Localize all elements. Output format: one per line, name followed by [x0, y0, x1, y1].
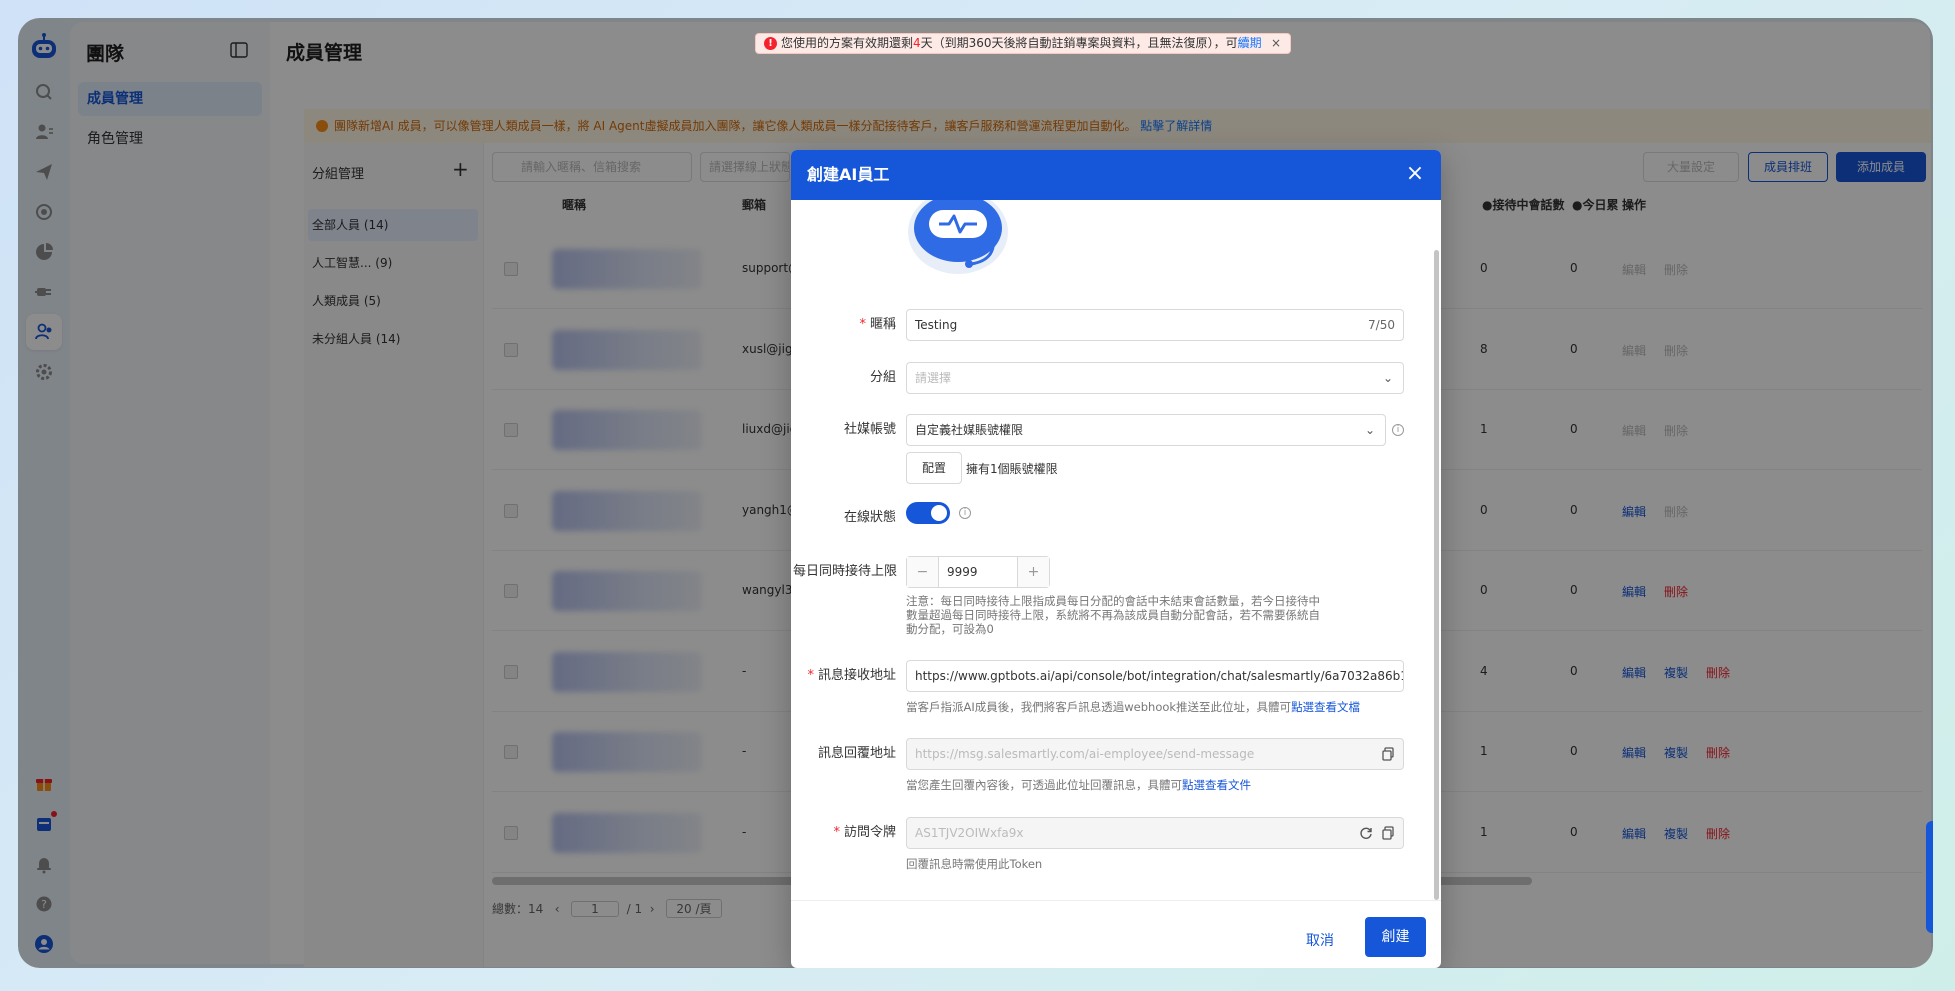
cancel-button[interactable]: 取消: [1306, 930, 1334, 950]
online-status-toggle[interactable]: [906, 502, 950, 524]
close-notice-icon[interactable]: ×: [1271, 34, 1281, 53]
group-label: 分組: [869, 370, 896, 385]
daily-limit-value[interactable]: 9999: [947, 557, 978, 587]
account-permission-note: 擁有1個賬號權限: [966, 462, 1058, 476]
access-token-input[interactable]: AS1TJV2OIWxfa9x: [906, 817, 1404, 849]
webhook-url-input[interactable]: https://www.gptbots.ai/api/console/bot/i…: [906, 660, 1404, 692]
token-hint: 回覆訊息時需使用此Token: [906, 857, 1043, 871]
dialog-footer: 取消 創建: [791, 900, 1441, 968]
increment-button[interactable]: +: [1017, 557, 1049, 587]
decrement-button[interactable]: −: [907, 557, 939, 587]
alert-icon: !: [764, 37, 777, 50]
char-counter: 7/50: [1368, 318, 1395, 332]
copy-icon: [1382, 747, 1394, 761]
daily-limit-stepper[interactable]: − 9999 +: [906, 556, 1050, 588]
info-icon[interactable]: i: [1392, 424, 1404, 436]
contact-char: 們: [1926, 884, 1933, 899]
chevron-down-icon: ⌄: [1364, 423, 1375, 437]
webhook-label: * 訊息接收地址: [807, 668, 896, 683]
social-account-select[interactable]: 自定義社媒賬號權限 ⌄: [906, 414, 1386, 446]
dialog-scrollbar[interactable]: [1434, 250, 1439, 900]
daily-limit-hint: 注意：每日同時接待上限指成員每日分配的會話中未結束會話數量，若今日接待中數量超過…: [906, 594, 1320, 636]
notice-text: 您使用的方案有效期還剩: [781, 36, 914, 50]
reply-url-label: 訊息回覆地址: [817, 746, 896, 761]
webhook-hint: 當客戶指派AI成員後，我們將客戶訊息透過webhook推送至此位址，具體可點選查…: [906, 700, 1361, 714]
token-label: * 訪問令牌: [833, 825, 896, 840]
expiry-notice: ! 您使用的方案有效期還剩4天（到期360天後將自動註銷專案與資料，且無法復原）…: [755, 33, 1291, 54]
renew-link[interactable]: 續期: [1238, 36, 1262, 50]
reply-doc-link[interactable]: 點選查看文件: [1182, 778, 1251, 792]
copy-icon: [1382, 826, 1394, 840]
create-ai-employee-dialog: 創建AI員工 × * 暱稱 Testing 7/50 分組 請選擇 ⌄ 社媒帳號…: [791, 150, 1441, 968]
create-button[interactable]: 創建: [1365, 917, 1426, 957]
webhook-doc-link[interactable]: 點選查看文檔: [1291, 700, 1360, 714]
contact-us-tab[interactable]: 聯 系 我 們: [1926, 821, 1933, 933]
config-button[interactable]: 配置: [906, 452, 962, 484]
notice-days: 4: [913, 36, 921, 50]
dialog-header: 創建AI員工 ×: [791, 150, 1441, 200]
online-status-label: 在線狀態: [843, 510, 896, 525]
nickname-label: * 暱稱: [859, 317, 896, 332]
notice-text: 天（到期360天後將自動註銷專案與資料，且無法復原），可: [920, 36, 1238, 50]
contact-char: 聯: [1926, 839, 1933, 854]
daily-limit-label: 每日同時接待上限: [792, 564, 897, 579]
dialog-title: 創建AI員工: [807, 165, 890, 184]
chevron-down-icon: ⌄: [1382, 371, 1393, 385]
info-icon[interactable]: i: [959, 507, 971, 519]
social-account-label: 社媒帳號: [843, 422, 896, 437]
app-frame: ? 團隊 成員管理 角色管理 成員管理 團隊新增AI 成員，可以像管理人類成員一…: [18, 18, 1933, 968]
reply-url-input[interactable]: https://msg.salesmartly.com/ai-employee/…: [906, 738, 1404, 770]
refresh-icon: [1360, 827, 1372, 839]
robot-avatar[interactable]: [905, 200, 1011, 278]
contact-char: 我: [1926, 869, 1933, 884]
nickname-input[interactable]: Testing 7/50: [906, 309, 1404, 341]
reply-hint: 當您產生回覆內容後，可透過此位址回覆訊息，具體可點選查看文件: [906, 778, 1251, 792]
contact-char: 系: [1926, 854, 1933, 869]
group-select[interactable]: 請選擇 ⌄: [906, 362, 1404, 394]
close-icon[interactable]: ×: [1403, 163, 1427, 187]
dialog-body: * 暱稱 Testing 7/50 分組 請選擇 ⌄ 社媒帳號 自定義社媒賬號權限…: [791, 200, 1441, 900]
